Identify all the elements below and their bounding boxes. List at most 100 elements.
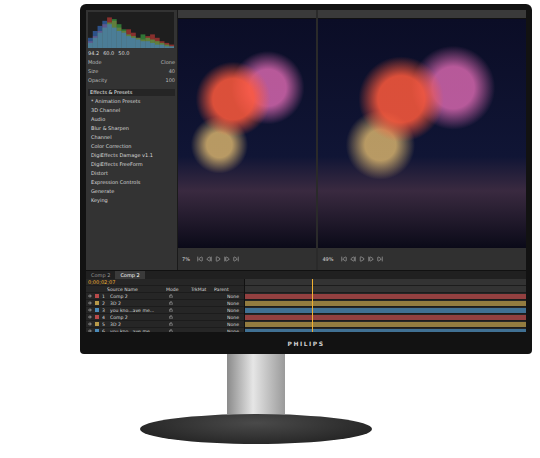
layer-number: 1 <box>102 294 107 299</box>
layer-number: 3 <box>102 308 107 313</box>
brand-logo: PHILIPS <box>288 340 325 347</box>
layer-bar[interactable] <box>245 301 526 306</box>
layer-parent[interactable]: None <box>227 322 241 327</box>
lock-icon[interactable] <box>169 301 173 305</box>
readings: 94.260.050.0 <box>88 50 175 57</box>
property-row[interactable]: Opacity100 <box>88 77 175 84</box>
effect-item[interactable]: DigiEffects Damage v1.1 <box>88 152 175 159</box>
play-icon[interactable] <box>215 256 221 262</box>
skip-back-icon[interactable] <box>341 256 347 262</box>
skip-forward-icon[interactable] <box>233 256 239 262</box>
layer-row[interactable]: 6you kno...ave me...None <box>86 328 244 332</box>
effect-item[interactable]: Keying <box>88 197 175 204</box>
zoom-level[interactable]: 49% <box>322 256 333 262</box>
layer-name: you kno...ave me... <box>110 329 166 333</box>
label-color <box>95 329 99 332</box>
lock-icon[interactable] <box>169 322 173 326</box>
play-icon[interactable] <box>359 256 365 262</box>
stand-base <box>140 414 372 444</box>
timeline: Comp 2Comp 20;00;02;07Source NameModeTrk… <box>86 270 526 332</box>
layer-row[interactable]: 4Comp 2None <box>86 314 244 321</box>
layer-parent[interactable]: None <box>227 315 241 320</box>
track-row <box>245 321 526 328</box>
lock-icon[interactable] <box>169 308 173 312</box>
skip-forward-icon[interactable] <box>377 256 383 262</box>
layer-bar[interactable] <box>245 315 526 320</box>
time-ruler[interactable] <box>245 279 526 286</box>
label-color <box>95 308 99 312</box>
histogram-chart <box>88 12 174 48</box>
label-color <box>95 322 99 326</box>
property-row[interactable]: ModeClone <box>88 59 175 66</box>
eye-icon[interactable] <box>88 329 92 332</box>
lock-icon[interactable] <box>169 315 173 319</box>
layer-bar[interactable] <box>245 322 526 327</box>
step-back-icon[interactable] <box>206 256 212 262</box>
layer-row[interactable]: 1Comp 2 None <box>86 293 244 300</box>
effect-item[interactable]: Channel <box>88 134 175 141</box>
layer-number: 5 <box>102 322 107 327</box>
skip-back-icon[interactable] <box>197 256 203 262</box>
eye-icon[interactable] <box>88 315 92 319</box>
timeline-tab[interactable]: Comp 2 <box>86 271 115 279</box>
track-row <box>245 328 526 332</box>
effect-item[interactable]: Generate <box>88 188 175 195</box>
layer-bar[interactable] <box>245 308 526 313</box>
zoom-level[interactable]: 7% <box>182 256 190 262</box>
viewer: 7% <box>178 10 316 270</box>
viewer-tab[interactable] <box>318 10 526 19</box>
fireworks-picture <box>178 19 316 248</box>
label-color <box>95 301 99 305</box>
step-back-icon[interactable] <box>350 256 356 262</box>
fireworks-picture <box>318 19 526 248</box>
effect-item[interactable]: Expression Controls <box>88 179 175 186</box>
layer-row[interactable]: 3you kno...ave me... None <box>86 307 244 314</box>
timecode[interactable]: 0;00;02;07 <box>88 279 115 285</box>
track-area <box>245 279 526 332</box>
eye-icon[interactable] <box>88 308 92 312</box>
reading: 60.0 <box>103 50 114 57</box>
layer-parent[interactable]: None <box>227 301 241 306</box>
column-label: Mode <box>166 287 188 292</box>
eye-icon[interactable] <box>88 301 92 305</box>
step-forward-icon[interactable] <box>224 256 230 262</box>
layer-row[interactable]: 23D 2None <box>86 300 244 307</box>
layer-parent[interactable]: None <box>227 329 241 333</box>
effect-item[interactable]: DigiEffects FreeForm <box>88 161 175 168</box>
track-row <box>245 293 526 300</box>
effect-item[interactable]: Color Correction <box>88 143 175 150</box>
timeline-body: 0;00;02;07Source NameModeTrkMatParent1Co… <box>86 279 526 332</box>
step-forward-icon[interactable] <box>368 256 374 262</box>
stand-neck <box>227 354 285 414</box>
stand <box>80 354 532 444</box>
label-color <box>95 315 99 319</box>
layer-name: you kno...ave me... <box>110 308 166 313</box>
effect-item[interactable]: Distort <box>88 170 175 177</box>
viewer: 49% <box>318 10 526 270</box>
reading: 94.2 <box>88 50 99 57</box>
playhead[interactable] <box>312 279 313 332</box>
viewer-controls: 7% <box>178 248 316 270</box>
work-area[interactable] <box>245 286 526 293</box>
effect-item[interactable]: 3D Channel <box>88 107 175 114</box>
viewer-tab[interactable] <box>178 10 316 19</box>
column-label: Parent <box>214 287 236 292</box>
layer-row[interactable]: 53D 2None <box>86 321 244 328</box>
layer-name: Comp 2 <box>110 294 166 299</box>
column-header: Source NameModeTrkMatParent <box>86 286 244 293</box>
timeline-tab[interactable]: Comp 2 <box>115 271 144 279</box>
property-row[interactable]: Size40 <box>88 68 175 75</box>
effect-item[interactable]: Audio <box>88 116 175 123</box>
effect-item[interactable]: * Animation Presets <box>88 98 175 105</box>
layer-parent[interactable]: None <box>227 308 241 313</box>
column-label: TrkMat <box>191 287 211 292</box>
eye-icon[interactable] <box>88 294 92 298</box>
layer-bar[interactable] <box>245 329 526 333</box>
layer-parent[interactable]: None <box>227 294 241 299</box>
layer-bar[interactable] <box>245 294 526 299</box>
eye-icon[interactable] <box>88 322 92 326</box>
lock-icon[interactable] <box>169 294 173 298</box>
effect-item[interactable]: Blur & Sharpen <box>88 125 175 132</box>
viewer-controls: 49% <box>318 248 526 270</box>
lock-icon[interactable] <box>169 329 173 332</box>
